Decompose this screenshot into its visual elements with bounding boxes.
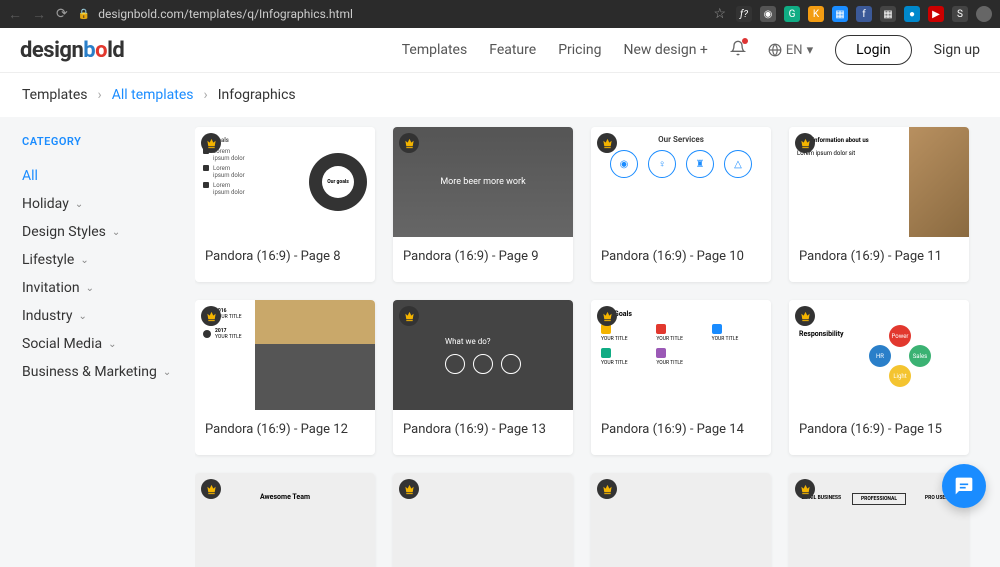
premium-badge-icon (795, 133, 815, 153)
template-thumbnail: More information about usLorem ipsum dol… (789, 127, 969, 237)
browser-bar: ← → ⟳ 🔒 designbold.com/templates/q/Infog… (0, 0, 1000, 28)
ext-icon[interactable]: S (952, 6, 968, 22)
sidebar-item[interactable]: All (22, 162, 173, 190)
template-grid: Our goalsLoremipsum dolorLoremipsum dolo… (195, 117, 1000, 567)
sidebar-heading: CATEGORY (22, 135, 173, 148)
chevron-right-icon: › (204, 87, 208, 103)
language-selector[interactable]: EN ▾ (768, 43, 813, 58)
sidebar-item[interactable]: Business & Marketing⌄ (22, 358, 173, 386)
star-icon[interactable]: ☆ (713, 6, 726, 22)
premium-badge-icon (201, 306, 221, 326)
template-thumbnail: What we do? (393, 300, 573, 410)
template-card[interactable]: More beer more workPandora (16:9) - Page… (393, 127, 573, 282)
template-thumbnail: ResponsibilityPowerSalesLightHR (789, 300, 969, 410)
sidebar: CATEGORY AllHoliday⌄Design Styles⌄Lifest… (0, 117, 195, 567)
nav-feature[interactable]: Feature (489, 42, 536, 58)
facebook-icon[interactable]: f (856, 6, 872, 22)
template-thumbnail: Our Services◉♀♜△ (591, 127, 771, 237)
template-card[interactable]: More information about usLorem ipsum dol… (789, 127, 969, 282)
template-card[interactable]: Our Services◉♀♜△Pandora (16:9) - Page 10 (591, 127, 771, 282)
nav-pricing[interactable]: Pricing (558, 42, 601, 58)
reload-icon[interactable]: ⟳ (56, 6, 68, 22)
template-title: Pandora (16:9) - Page 12 (195, 410, 375, 455)
template-title: Pandora (16:9) - Page 8 (195, 237, 375, 282)
breadcrumb-templates[interactable]: Templates (22, 87, 88, 103)
sidebar-item[interactable]: Holiday⌄ (22, 190, 173, 218)
template-title: Pandora (16:9) - Page 9 (393, 237, 573, 282)
template-thumbnail: 2016YOUR TITLE2017YOUR TITLE (195, 300, 375, 410)
premium-badge-icon (399, 479, 419, 499)
premium-badge-icon (795, 306, 815, 326)
chevron-down-icon: ⌄ (80, 255, 88, 266)
template-card[interactable] (591, 473, 771, 567)
url-text: designbold.com/templates/q/Infographics.… (98, 7, 353, 21)
template-title: Pandora (16:9) - Page 15 (789, 410, 969, 455)
template-thumbnail: Awesome Team (195, 473, 375, 567)
template-title: Pandora (16:9) - Page 10 (591, 237, 771, 282)
template-thumbnail (591, 473, 771, 567)
template-card[interactable]: Our GoalsYOUR TITLEYOUR TITLEYOUR TITLEY… (591, 300, 771, 455)
ext-icon[interactable]: ● (904, 6, 920, 22)
template-thumbnail: Our GoalsYOUR TITLEYOUR TITLEYOUR TITLEY… (591, 300, 771, 410)
template-card[interactable] (393, 473, 573, 567)
logo[interactable]: designbold (20, 38, 124, 63)
premium-badge-icon (597, 306, 617, 326)
premium-badge-icon (201, 133, 221, 153)
breadcrumb-all[interactable]: All templates (112, 87, 194, 103)
chevron-down-icon: ⌄ (108, 339, 116, 350)
template-thumbnail: More beer more work (393, 127, 573, 237)
ext-icon[interactable]: ▦ (832, 6, 848, 22)
template-title: Pandora (16:9) - Page 13 (393, 410, 573, 455)
forward-icon[interactable]: → (32, 6, 46, 23)
ext-icon[interactable]: ◉ (760, 6, 776, 22)
nav-new-design[interactable]: New design + (624, 42, 708, 58)
ext-icon[interactable]: K (808, 6, 824, 22)
premium-badge-icon (597, 133, 617, 153)
template-thumbnail: Our goalsLoremipsum dolorLoremipsum dolo… (195, 127, 375, 237)
signup-link[interactable]: Sign up (934, 42, 980, 58)
login-button[interactable]: Login (835, 35, 912, 65)
ext-icon[interactable]: ƒ? (736, 6, 752, 22)
chevron-down-icon: ⌄ (75, 199, 83, 210)
nav-templates[interactable]: Templates (402, 42, 468, 58)
chevron-right-icon: › (98, 87, 102, 103)
sidebar-item[interactable]: Industry⌄ (22, 302, 173, 330)
lock-icon: 🔒 (78, 9, 90, 20)
chevron-down-icon: ⌄ (163, 367, 171, 378)
premium-badge-icon (597, 479, 617, 499)
template-card[interactable]: ResponsibilityPowerSalesLightHRPandora (… (789, 300, 969, 455)
premium-badge-icon (399, 306, 419, 326)
grammarly-icon[interactable]: G (784, 6, 800, 22)
youtube-icon[interactable]: ▶ (928, 6, 944, 22)
ext-icon[interactable]: ▦ (880, 6, 896, 22)
chevron-down-icon: ⌄ (112, 227, 120, 238)
template-thumbnail (393, 473, 573, 567)
sidebar-item[interactable]: Lifestyle⌄ (22, 246, 173, 274)
template-title: Pandora (16:9) - Page 14 (591, 410, 771, 455)
sidebar-item[interactable]: Social Media⌄ (22, 330, 173, 358)
premium-badge-icon (201, 479, 221, 499)
breadcrumb: Templates › All templates › Infographics (0, 72, 1000, 117)
template-card[interactable]: 2016YOUR TITLE2017YOUR TITLEPandora (16:… (195, 300, 375, 455)
chat-fab[interactable] (942, 464, 986, 508)
premium-badge-icon (795, 479, 815, 499)
chevron-down-icon: ▾ (807, 43, 814, 58)
breadcrumb-current: Infographics (218, 87, 296, 103)
chevron-down-icon: ⌄ (78, 311, 86, 322)
sidebar-item[interactable]: Design Styles⌄ (22, 218, 173, 246)
extensions: ƒ? ◉ G K ▦ f ▦ ● ▶ S (736, 6, 992, 22)
chevron-down-icon: ⌄ (86, 283, 94, 294)
template-card[interactable]: What we do?Pandora (16:9) - Page 13 (393, 300, 573, 455)
main-nav: Templates Feature Pricing New design + E… (402, 35, 980, 65)
sidebar-item[interactable]: Invitation⌄ (22, 274, 173, 302)
premium-badge-icon (399, 133, 419, 153)
url-bar[interactable]: 🔒 designbold.com/templates/q/Infographic… (78, 7, 704, 21)
avatar-icon[interactable] (976, 6, 992, 22)
bell-icon[interactable] (730, 40, 746, 60)
template-card[interactable]: Awesome Team (195, 473, 375, 567)
template-card[interactable]: Our goalsLoremipsum dolorLoremipsum dolo… (195, 127, 375, 282)
template-title: Pandora (16:9) - Page 11 (789, 237, 969, 282)
back-icon[interactable]: ← (8, 6, 22, 23)
site-header: designbold Templates Feature Pricing New… (0, 28, 1000, 72)
